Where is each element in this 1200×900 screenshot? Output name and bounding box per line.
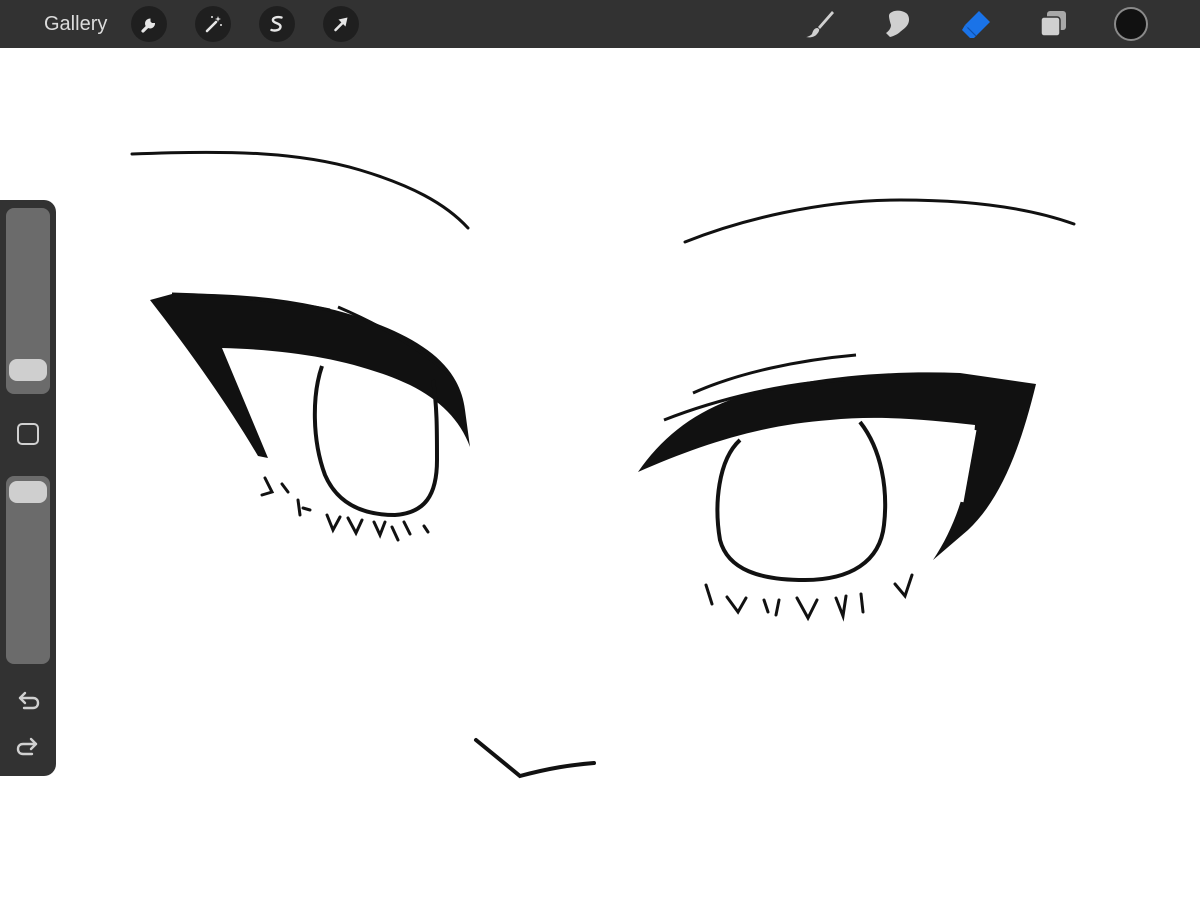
- undo-arrow-icon: [18, 691, 40, 710]
- right-eyebrow-stroke: [683, 198, 1076, 244]
- square-modify-icon: [17, 423, 39, 445]
- undo-button[interactable]: [14, 686, 42, 714]
- eraser-icon: [962, 11, 990, 38]
- brush-tool-button[interactable]: [802, 6, 838, 42]
- smudge-finger-icon: [886, 10, 910, 37]
- layers-button[interactable]: [1035, 6, 1071, 42]
- brush-icon: [806, 11, 834, 38]
- sketch-artwork: [130, 150, 1076, 779]
- left-eyebrow-stroke: [130, 150, 470, 230]
- layers-icon: [1040, 11, 1066, 37]
- redo-button[interactable]: [14, 732, 42, 760]
- left-eye-upper-lash: [150, 293, 470, 458]
- opacity-thumb[interactable]: [9, 481, 47, 503]
- brush-size-thumb[interactable]: [9, 359, 47, 382]
- left-lower-lashes: [260, 476, 430, 542]
- magic-wand-icon: [205, 16, 222, 33]
- top-toolbar: Gallery: [0, 0, 1200, 48]
- selection-button[interactable]: [259, 6, 295, 42]
- arrow-cursor-icon: [334, 17, 348, 32]
- redo-arrow-icon: [16, 737, 38, 756]
- left-sidebar: [0, 200, 56, 776]
- smudge-tool-button[interactable]: [880, 6, 916, 42]
- right-eye-iris: [715, 420, 888, 583]
- opacity-slider[interactable]: [6, 476, 50, 664]
- wrench-icon: [141, 18, 156, 33]
- right-eye-upper-lash: [638, 372, 1036, 560]
- transform-button[interactable]: [323, 6, 359, 42]
- brush-size-slider[interactable]: [6, 208, 50, 394]
- gallery-button[interactable]: Gallery: [44, 12, 107, 36]
- drawing-canvas[interactable]: [0, 48, 1200, 900]
- color-swatch-button[interactable]: [1114, 7, 1148, 41]
- modify-button[interactable]: [16, 422, 40, 446]
- adjustments-button[interactable]: [195, 6, 231, 42]
- procreate-app: Gallery: [0, 0, 1200, 900]
- mouth-stroke: [474, 738, 596, 779]
- actions-button[interactable]: [131, 6, 167, 42]
- eraser-tool-button[interactable]: [958, 6, 994, 42]
- selection-s-icon: [270, 15, 283, 32]
